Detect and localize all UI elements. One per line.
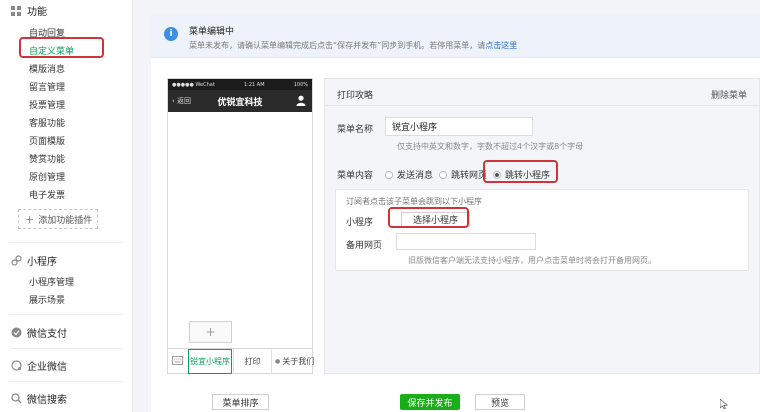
delete-menu-link[interactable]: 删除菜单 xyxy=(711,88,747,101)
user-icon xyxy=(296,95,306,106)
phone-menu-bar: 锐宜小程序 打印 ● 关于我们 xyxy=(168,348,315,374)
section-title: 小程序 xyxy=(27,257,57,268)
grid-icon xyxy=(10,5,22,17)
add-plugin-label: 添加功能插件 xyxy=(38,215,93,226)
sidebar-item-miniprogram-manage[interactable]: 小程序管理 xyxy=(29,275,74,288)
menu-tab-print[interactable]: 打印 xyxy=(233,349,271,374)
phone-nav-bar: ‹ 返回 优锐宜科技 xyxy=(168,90,312,112)
sidebar-item-customer-service[interactable]: 客服功能 xyxy=(29,116,65,129)
miniprogram-config-box: 订阅者点击该子菜单会跳到以下小程序 小程序 选择小程序 备用网页 旧版微信客户端… xyxy=(335,189,749,271)
keyboard-icon xyxy=(172,356,183,368)
menu-name-input[interactable] xyxy=(385,117,533,136)
menu-sort-button[interactable]: 菜单排序 xyxy=(212,394,269,410)
divider xyxy=(10,381,122,382)
section-title: 微信支付 xyxy=(27,329,67,340)
phone-battery: 100% xyxy=(293,81,308,88)
menu-tab-miniprogram[interactable]: 锐宜小程序 xyxy=(188,349,232,374)
chat-icon xyxy=(10,360,22,372)
phone-account-title: 优锐宜科技 xyxy=(217,98,263,108)
phone-time: 1:21 AM xyxy=(243,81,265,88)
disable-menu-link[interactable]: 点击这里 xyxy=(485,41,517,50)
divider xyxy=(10,242,122,243)
radio-icon xyxy=(439,170,447,179)
sidebar-item-page-template[interactable]: 页面模版 xyxy=(29,134,65,147)
menu-tab-about[interactable]: ● 关于我们 xyxy=(271,349,315,374)
section-function: 功能 xyxy=(10,3,47,18)
backup-page-hint: 旧版微信客户端无法支持小程序，用户点击菜单时将会打开备用网页。 xyxy=(408,256,656,265)
section-miniprogram: 小程序 xyxy=(10,253,57,268)
jump-description: 订阅者点击该子菜单会跳到以下小程序 xyxy=(346,197,482,206)
sidebar-item-display-scene[interactable]: 展示场景 xyxy=(29,293,65,306)
divider xyxy=(325,105,759,106)
radio-send-message[interactable]: 发送消息 xyxy=(385,168,433,181)
plus-icon: + xyxy=(25,212,35,226)
highlight-box-custom-menu xyxy=(19,37,104,58)
radio-label: 跳转网页 xyxy=(451,171,488,181)
notice-title: 菜单编辑中 xyxy=(189,27,235,37)
backup-page-label: 备用网页 xyxy=(346,241,383,251)
sidebar-item-invoice[interactable]: 电子发票 xyxy=(29,188,65,201)
sidebar: 功能 自动回复 自定义菜单 模版消息 留言管理 投票管理 客服功能 页面模版 赞… xyxy=(0,0,133,412)
sidebar-item-vote[interactable]: 投票管理 xyxy=(29,98,65,111)
search-icon xyxy=(10,393,22,405)
menu-tab-label: 关于我们 xyxy=(282,357,315,366)
sidebar-item-original[interactable]: 原创管理 xyxy=(29,170,65,183)
edit-panel-title: 打印攻略 xyxy=(337,91,374,101)
menu-name-hint: 仅支持中英文和数字，字数不超过4个汉字或8个字母 xyxy=(397,142,584,151)
highlight-box-select-miniprogram xyxy=(388,207,469,228)
info-icon: i xyxy=(164,27,178,41)
section-title: 企业微信 xyxy=(27,362,67,373)
section-title: 微信搜索 xyxy=(27,395,67,406)
menu-content-label: 菜单内容 xyxy=(337,171,374,181)
section-wechat-pay[interactable]: 微信支付 xyxy=(10,325,67,340)
phone-carrier: ●●●●● WeChat xyxy=(172,81,215,88)
divider xyxy=(10,314,122,315)
radio-label: 发送消息 xyxy=(397,171,434,181)
section-wechat-search[interactable]: 微信搜索 xyxy=(10,391,67,406)
highlight-box-jump-miniprogram xyxy=(483,160,558,183)
menu-dot-icon: ● xyxy=(275,358,281,365)
mouse-cursor-icon xyxy=(720,399,728,409)
pay-icon xyxy=(10,327,22,339)
link-icon xyxy=(10,255,22,267)
miniprogram-label: 小程序 xyxy=(346,218,374,228)
radio-icon xyxy=(385,170,393,179)
save-publish-button[interactable]: 保存并发布 xyxy=(400,394,460,410)
notice-banner: i 菜单编辑中 菜单未发布，请确认菜单编辑完成后点击“保存并发布”同步到手机。若… xyxy=(151,14,760,58)
divider xyxy=(10,348,122,349)
preview-button[interactable]: 预览 xyxy=(475,394,525,410)
section-title: 功能 xyxy=(27,7,47,18)
menu-name-label: 菜单名称 xyxy=(337,125,374,135)
backup-page-input[interactable] xyxy=(396,233,536,250)
radio-jump-webpage[interactable]: 跳转网页 xyxy=(439,168,487,181)
section-work-wechat[interactable]: 企业微信 xyxy=(10,358,67,373)
sidebar-item-comment[interactable]: 留言管理 xyxy=(29,80,65,93)
notice-desc-text: 菜单未发布，请确认菜单编辑完成后点击“保存并发布”同步到手机。若停用菜单，请 xyxy=(189,41,486,50)
menu-edit-panel: 打印攻略 删除菜单 菜单名称 仅支持中英文和数字，字数不超过4个汉字或8个字母 … xyxy=(324,78,760,374)
sidebar-item-template-message[interactable]: 模版消息 xyxy=(29,62,65,75)
add-submenu-button[interactable]: + xyxy=(189,321,232,343)
phone-status-bar: ●●●●● WeChat 1:21 AM 100% xyxy=(168,79,312,90)
notice-description: 菜单未发布，请确认菜单编辑完成后点击“保存并发布”同步到手机。若停用菜单，请点击… xyxy=(189,40,517,51)
sidebar-item-reward[interactable]: 赞赏功能 xyxy=(29,152,65,165)
phone-preview: ●●●●● WeChat 1:21 AM 100% ‹ 返回 优锐宜科技 + 锐… xyxy=(167,78,315,374)
add-plugin-button[interactable]: + 添加功能插件 xyxy=(18,209,98,229)
